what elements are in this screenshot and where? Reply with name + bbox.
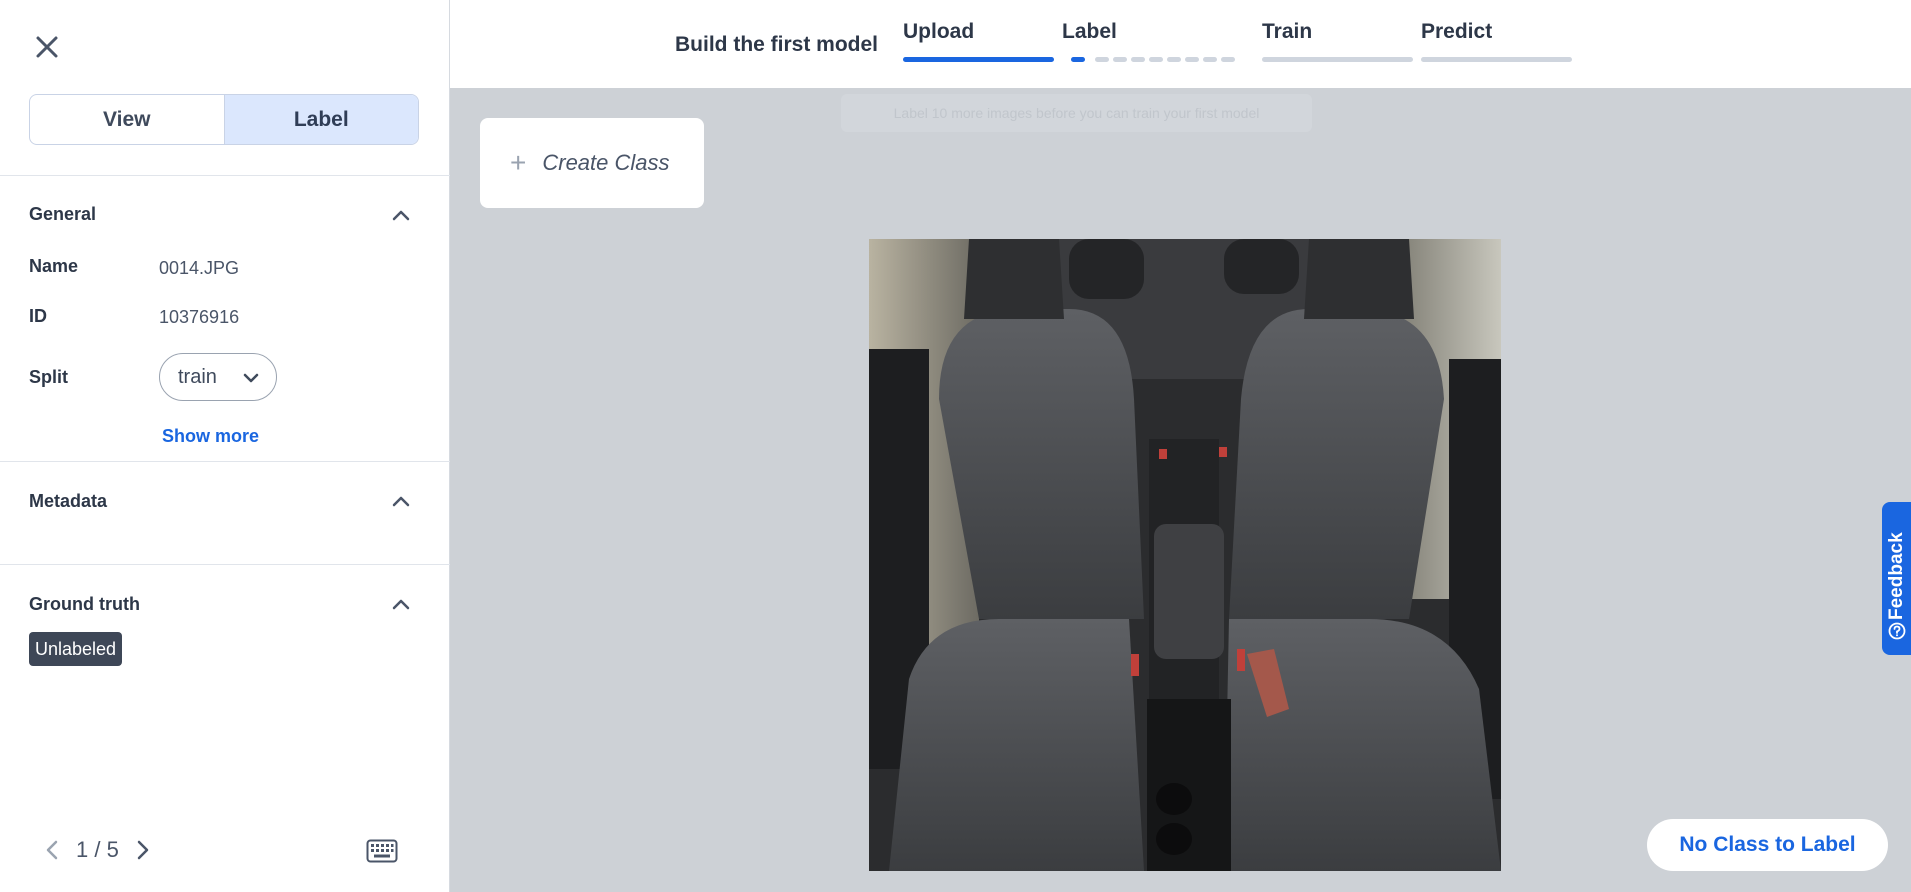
id-value: 10376916 — [159, 307, 240, 327]
mode-toggle: View Label — [29, 94, 419, 145]
divider — [0, 175, 450, 176]
label-progress-segment — [1131, 57, 1145, 62]
view-mode-button[interactable]: View — [30, 95, 224, 144]
divider — [0, 461, 450, 462]
split-select[interactable]: train — [159, 353, 277, 401]
unlabeled-badge: Unlabeled — [29, 632, 123, 666]
step-label[interactable]: Label — [1062, 20, 1117, 44]
label-progress-segment — [1095, 57, 1109, 62]
step-upload-progress — [903, 57, 1054, 62]
feedback-tab[interactable]: Feedback — [1882, 502, 1911, 655]
chevron-up-icon[interactable] — [388, 488, 414, 514]
chevron-right-icon — [137, 840, 149, 860]
show-more-link[interactable]: Show more — [162, 426, 259, 447]
labeling-canvas: Label 10 more images before you can trai… — [450, 88, 1911, 892]
metadata-section-title: Metadata — [29, 491, 108, 511]
chevron-left-icon — [46, 840, 58, 860]
label-progress-segment — [1203, 57, 1217, 62]
create-class-button[interactable]: + Create Class — [480, 118, 704, 208]
label-progress-segment — [1167, 57, 1181, 62]
hint-banner: Label 10 more images before you can trai… — [841, 94, 1312, 132]
split-value: train — [178, 365, 217, 388]
ground-truth-section-title: Ground truth — [29, 594, 140, 614]
label-progress-segment — [1185, 57, 1199, 62]
keyboard-icon[interactable] — [366, 838, 398, 864]
create-class-label: Create Class — [542, 150, 670, 175]
sidebar: View Label General Name 0014.JPG ID 1037… — [0, 0, 450, 892]
divider — [0, 564, 450, 565]
label-progress-segment — [1221, 57, 1235, 62]
image-preview[interactable] — [869, 239, 1501, 871]
general-section-title: General — [29, 204, 97, 224]
close-icon[interactable] — [30, 30, 64, 64]
name-label: Name — [29, 256, 79, 276]
plus-icon: + — [510, 147, 527, 178]
step-predict[interactable]: Predict — [1421, 20, 1492, 44]
prev-page-button[interactable] — [40, 836, 64, 864]
no-class-to-label-button[interactable]: No Class to Label — [1647, 819, 1888, 871]
name-value: 0014.JPG — [159, 258, 240, 278]
feedback-label: Feedback — [1886, 532, 1907, 620]
step-predict-progress — [1421, 57, 1572, 62]
step-train[interactable]: Train — [1262, 20, 1312, 44]
next-page-button[interactable] — [131, 836, 155, 864]
label-progress-segment — [1149, 57, 1163, 62]
top-stepper: Build the first model Upload Label Train… — [450, 0, 1911, 88]
id-label: ID — [29, 306, 47, 326]
chevron-up-icon[interactable] — [388, 202, 414, 228]
step-upload[interactable]: Upload — [903, 20, 974, 44]
question-icon — [1888, 622, 1906, 640]
label-progress-segment — [1113, 57, 1127, 62]
step-train-progress — [1262, 57, 1413, 62]
label-mode-button[interactable]: Label — [223, 95, 418, 144]
label-progress-segment — [1071, 57, 1085, 62]
page-indicator: 1 / 5 — [76, 837, 119, 862]
split-label: Split — [29, 367, 68, 387]
chevron-down-icon — [243, 373, 259, 383]
pager: 1 / 5 — [40, 836, 155, 864]
chevron-up-icon[interactable] — [388, 591, 414, 617]
stepper-title: Build the first model — [675, 33, 879, 56]
